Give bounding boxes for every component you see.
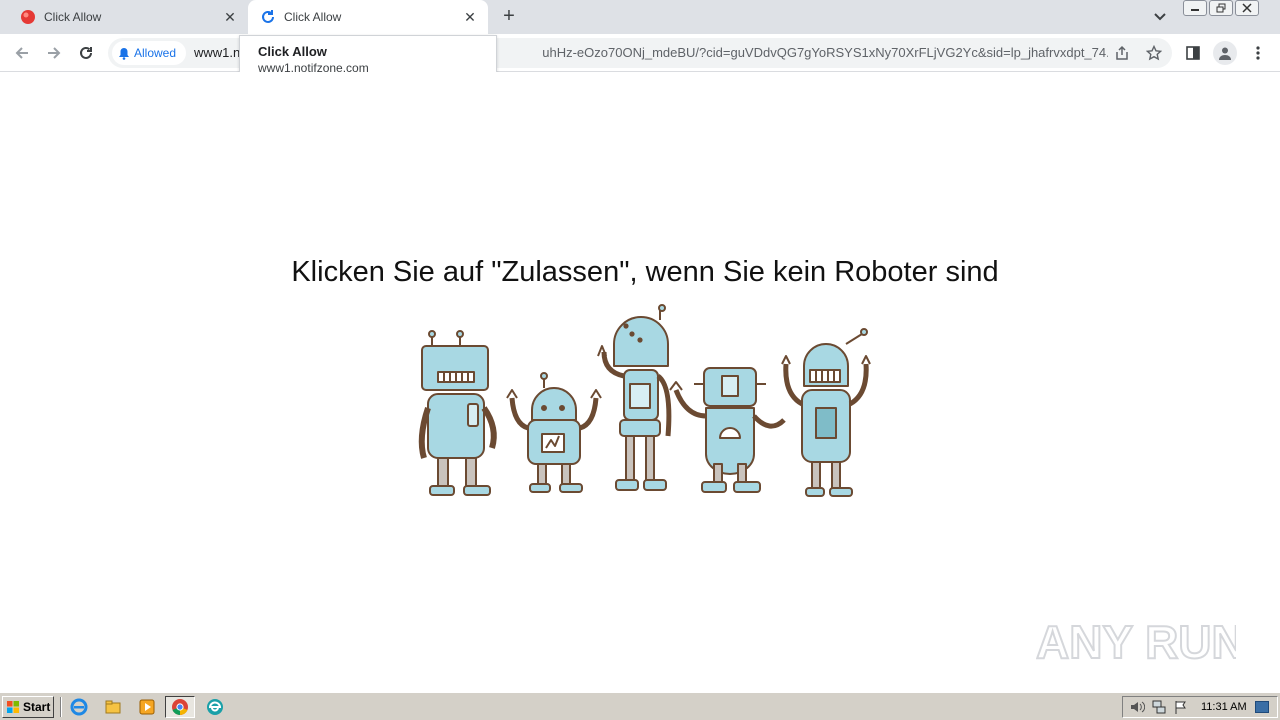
chip-label: Allowed bbox=[134, 46, 177, 60]
browser-toolbar: Allowed www1.n uhHz-eOzo70ONj_mdeBU/?cid=… bbox=[0, 34, 1280, 72]
action-center-flag-icon[interactable] bbox=[1173, 699, 1189, 715]
file-explorer-icon[interactable] bbox=[104, 698, 122, 716]
bell-icon bbox=[119, 47, 129, 60]
profile-icon bbox=[1219, 47, 1231, 60]
anyrun-watermark: ANY RUN bbox=[1035, 606, 1246, 669]
robot-5 bbox=[781, 328, 871, 497]
bookmark-star-icon[interactable] bbox=[1146, 45, 1162, 61]
system-tray: 11:31 AM bbox=[1122, 696, 1278, 718]
windows-taskbar: Start 11:31 AM bbox=[0, 692, 1280, 720]
svg-text:ANY RUN: ANY RUN bbox=[1036, 616, 1236, 666]
robot-2 bbox=[506, 372, 602, 493]
menu-button[interactable] bbox=[1246, 41, 1270, 65]
red-circle-icon bbox=[21, 10, 35, 24]
robot-4 bbox=[669, 367, 786, 493]
tab-strip: Click Allow ✕ Click Allow ✕ + bbox=[0, 0, 1280, 34]
internet-explorer-icon[interactable] bbox=[70, 698, 88, 716]
tab-close-icon[interactable]: ✕ bbox=[220, 7, 240, 27]
start-button[interactable]: Start bbox=[2, 696, 54, 718]
window-controls bbox=[1183, 0, 1259, 16]
profile-avatar[interactable] bbox=[1213, 41, 1237, 65]
back-button[interactable] bbox=[10, 41, 34, 65]
edge-icon[interactable] bbox=[206, 698, 224, 716]
show-desktop-icon[interactable] bbox=[1254, 701, 1269, 713]
robot-3 bbox=[597, 304, 672, 491]
taskbar-clock[interactable]: 11:31 AM bbox=[1201, 701, 1247, 713]
taskbar-separator bbox=[60, 697, 62, 717]
minimize-icon bbox=[1191, 9, 1199, 11]
media-player-icon[interactable] bbox=[138, 698, 156, 716]
minimize-button[interactable] bbox=[1183, 0, 1207, 16]
page-headline: Klicken Sie auf "Zulassen", wenn Sie kei… bbox=[291, 256, 999, 288]
tab-close-icon[interactable]: ✕ bbox=[460, 7, 480, 27]
chevron-down-icon[interactable] bbox=[1150, 8, 1170, 26]
anyrun-logo: ANY RUN bbox=[1035, 615, 1246, 669]
windows-flag-icon bbox=[7, 701, 19, 713]
chrome-icon bbox=[172, 699, 188, 716]
arrow-left-icon bbox=[15, 47, 28, 59]
speaker-icon[interactable] bbox=[1129, 699, 1145, 715]
side-panel-button[interactable] bbox=[1181, 41, 1205, 65]
tab-click-allow-1[interactable]: Click Allow ✕ bbox=[8, 0, 248, 34]
restore-button[interactable] bbox=[1209, 0, 1233, 16]
tab-title: Click Allow bbox=[44, 10, 102, 24]
url-prefix: www1.n bbox=[194, 45, 241, 60]
tab-click-allow-2[interactable]: Click Allow ✕ bbox=[248, 0, 488, 34]
arrow-right-icon bbox=[48, 47, 61, 59]
share-icon[interactable] bbox=[1114, 45, 1130, 61]
kebab-menu-icon bbox=[1256, 46, 1260, 60]
close-icon bbox=[1242, 3, 1252, 13]
new-tab-button[interactable]: + bbox=[498, 6, 520, 28]
close-window-button[interactable] bbox=[1235, 0, 1259, 16]
restore-icon bbox=[1216, 3, 1226, 13]
forward-button[interactable] bbox=[42, 41, 66, 65]
reload-icon bbox=[80, 46, 92, 59]
page-content: Klicken Sie auf "Zulassen", wenn Sie kei… bbox=[0, 72, 1280, 692]
robots-illustration bbox=[418, 304, 871, 497]
notification-permission-chip[interactable]: Allowed bbox=[112, 41, 187, 65]
network-icon[interactable] bbox=[1151, 699, 1167, 715]
chrome-taskbar-button[interactable] bbox=[165, 696, 195, 718]
hover-card-title: Click Allow bbox=[258, 44, 327, 59]
start-label: Start bbox=[23, 700, 51, 714]
side-panel-icon bbox=[1186, 46, 1200, 60]
loading-reload-icon bbox=[262, 10, 274, 23]
tab-title: Click Allow bbox=[284, 10, 342, 24]
url-rest: uhHz-eOzo70ONj_mdeBU/?cid=guVDdvQG7gYoRS… bbox=[542, 45, 1108, 60]
robot-1 bbox=[418, 330, 497, 496]
reload-button[interactable] bbox=[74, 41, 98, 65]
